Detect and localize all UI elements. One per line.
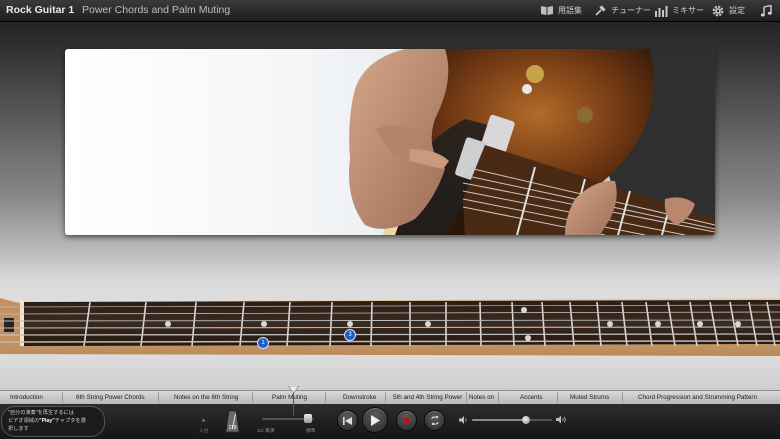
chapter-downstroke[interactable]: Downstroke bbox=[343, 394, 376, 401]
chapter-divider bbox=[158, 392, 159, 403]
finger-marker-1-label: 1 bbox=[261, 340, 265, 346]
tuner-button[interactable]: チューナー bbox=[594, 3, 651, 18]
rewind-button[interactable] bbox=[337, 410, 358, 431]
chapter-accents[interactable]: Accents bbox=[520, 394, 542, 401]
tuning-fork-icon bbox=[595, 5, 606, 16]
record-button[interactable] bbox=[396, 410, 417, 431]
mixer-label: ミキサー bbox=[672, 6, 704, 15]
chapter-divider bbox=[252, 392, 253, 403]
glossary-button[interactable]: 用語集 bbox=[540, 3, 582, 18]
mixer-button[interactable]: ミキサー bbox=[654, 3, 704, 18]
chapter-divider bbox=[325, 392, 326, 403]
volume-high-icon bbox=[556, 415, 566, 424]
tuner-label: チューナー bbox=[611, 6, 651, 15]
settings-label: 設定 bbox=[729, 6, 745, 15]
input-indicator[interactable] bbox=[199, 417, 209, 427]
chapter-divider bbox=[622, 392, 623, 403]
chapter-introduction[interactable]: Introduction bbox=[10, 394, 43, 401]
lesson-video[interactable] bbox=[65, 49, 715, 235]
finger-marker-3-label: 3 bbox=[348, 332, 352, 338]
songs-button[interactable] bbox=[760, 3, 773, 18]
hint-line-2: ビデオ領域の"Play"チャプタを選 bbox=[8, 418, 86, 424]
chapter-divider bbox=[557, 392, 558, 403]
guitar-video-frame bbox=[349, 49, 715, 235]
input-label: 入力 bbox=[199, 429, 209, 434]
mixer-icon bbox=[655, 5, 668, 17]
settings-button[interactable]: 設定 bbox=[711, 3, 745, 18]
hint-line-3: 択します bbox=[8, 426, 29, 432]
gear-icon bbox=[712, 5, 724, 16]
chapter-divider bbox=[62, 392, 63, 403]
title-bar: Rock Guitar 1 Power Chords and Palm Muti… bbox=[0, 0, 780, 22]
speed-slider[interactable] bbox=[262, 414, 314, 424]
chapter-progression-strumming[interactable]: Chord Progression and Strumming Pattern bbox=[638, 394, 757, 401]
app-title: Rock Guitar 1 bbox=[6, 4, 75, 16]
finger-marker-1: 1 bbox=[257, 337, 269, 349]
hint-line-1: "自分の演奏"を再生するには bbox=[8, 410, 74, 416]
fretboard-graphic bbox=[0, 298, 780, 356]
record-icon bbox=[403, 417, 410, 424]
play-icon bbox=[371, 414, 380, 426]
chapter-notes-6th-string[interactable]: Notes on the 6th String bbox=[174, 394, 238, 401]
playhead-line bbox=[293, 393, 294, 416]
glossary-label: 用語集 bbox=[558, 6, 582, 15]
chapter-palm-muting[interactable]: Palm Muting bbox=[272, 394, 307, 401]
chapter-muted-strums[interactable]: Muted Strums bbox=[570, 394, 609, 401]
input-dot bbox=[202, 419, 205, 422]
book-icon bbox=[541, 6, 553, 15]
chapter-5th-4th-string-power[interactable]: 5th and 4th String Power bbox=[393, 394, 462, 401]
cycle-button[interactable] bbox=[424, 410, 445, 431]
volume-slider-fill bbox=[472, 419, 526, 421]
normal-speed-label: 標準 bbox=[306, 429, 316, 434]
chapter-divider bbox=[385, 392, 386, 403]
chapter-notes-on[interactable]: Notes on bbox=[469, 394, 494, 401]
skip-back-icon bbox=[343, 416, 352, 425]
volume-low-icon bbox=[459, 416, 467, 424]
playhead-handle[interactable] bbox=[288, 386, 299, 393]
chapter-divider bbox=[498, 392, 499, 403]
play-button[interactable] bbox=[362, 407, 388, 433]
speed-slider-knob[interactable] bbox=[304, 414, 312, 423]
volume-slider-knob[interactable] bbox=[522, 416, 530, 424]
speed-label: 1/2 再演 bbox=[257, 429, 275, 434]
volume-slider[interactable] bbox=[472, 415, 552, 425]
control-bar bbox=[0, 404, 780, 439]
finger-marker-3: 3 bbox=[344, 329, 356, 341]
metronome-button[interactable]: 119 bbox=[225, 410, 240, 434]
music-note-icon bbox=[760, 4, 772, 16]
fretboard bbox=[0, 296, 780, 356]
chapter-divider bbox=[466, 392, 467, 403]
hint-bubble: "自分の演奏"を再生するには ビデオ領域の"Play"チャプタを選 択します bbox=[1, 406, 105, 437]
chapter-strip: Introduction 6th String Power Chords Not… bbox=[0, 390, 780, 405]
tempo-value: 119 bbox=[228, 425, 237, 431]
chapter-6th-string-power-chords[interactable]: 6th String Power Chords bbox=[76, 394, 145, 401]
lesson-title: Power Chords and Palm Muting bbox=[82, 4, 231, 16]
loop-icon bbox=[430, 416, 439, 425]
